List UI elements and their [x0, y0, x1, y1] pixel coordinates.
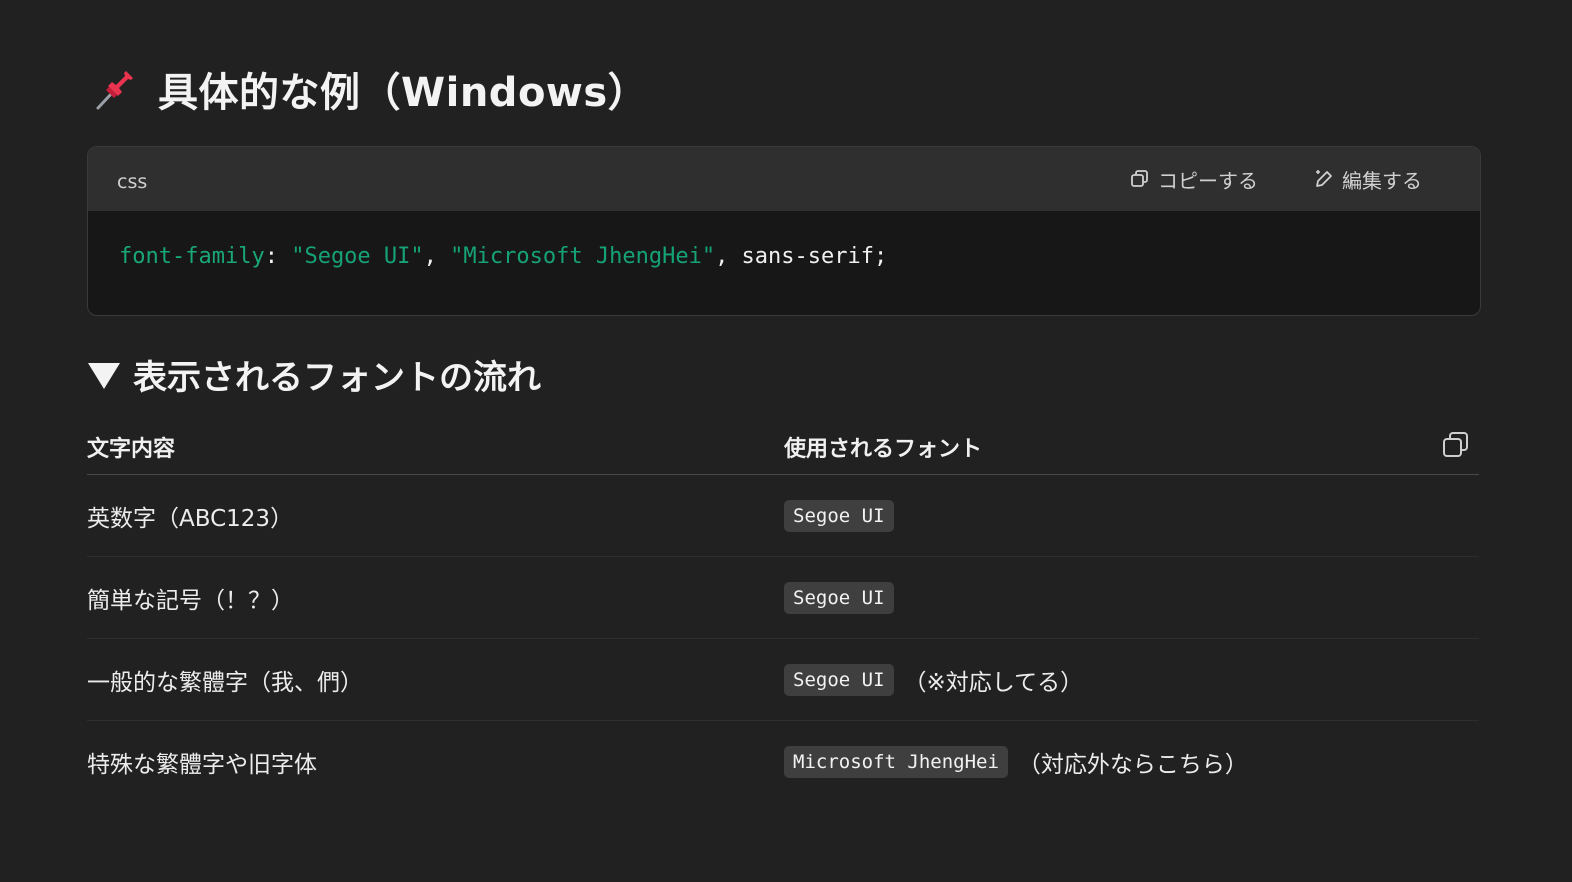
subsection-heading: 表示されるフォントの流れ	[87, 350, 541, 399]
edit-code-label: 編集する	[1342, 168, 1422, 193]
font-badge: Microsoft JhengHei	[784, 745, 1008, 778]
code-token-comma: ,	[423, 244, 451, 269]
copy-code-button[interactable]: コピーする	[1130, 165, 1258, 194]
table-row: 特殊な繁體字や旧字体 Microsoft JhengHei （対応外ならこちら）	[87, 721, 1479, 802]
copy-code-label: コピーする	[1158, 168, 1258, 193]
table-cell-content: 簡単な記号（！？）	[87, 587, 294, 614]
code-language-label: css	[117, 171, 148, 193]
font-badge: Segoe UI	[784, 663, 894, 696]
subsection-heading-title: 表示されるフォントの流れ	[133, 358, 541, 398]
code-block: css コピーする 編集する font-family: "Segoe UI", …	[87, 146, 1481, 316]
edit-code-button[interactable]: 編集する	[1314, 165, 1422, 194]
table-row: 簡単な記号（！？） Segoe UI	[87, 557, 1479, 639]
font-badge: Segoe UI	[784, 499, 894, 532]
section-heading: 具体的な例（Windows）	[92, 60, 648, 118]
code-token-property: font-family	[119, 244, 265, 269]
table-header-font: 使用されるフォント	[784, 437, 983, 462]
font-note: （※対応してる）	[903, 669, 1084, 696]
table-cell-content: 特殊な繁體字や旧字体	[87, 751, 317, 778]
table-row: 一般的な繁體字（我、們） Segoe UI （※対応してる）	[87, 639, 1479, 721]
table-cell-font: Segoe UI	[784, 499, 1479, 532]
code-token-string: "Segoe UI"	[291, 244, 424, 269]
table-cell-font: Segoe UI	[784, 581, 1479, 614]
code-token-rest: , sans-serif;	[715, 244, 888, 269]
font-table: 文字内容 使用されるフォント 英数字（ABC123） Segoe UI 簡単な記…	[87, 420, 1479, 802]
table-header-content: 文字内容	[87, 437, 176, 462]
font-badge: Segoe UI	[784, 581, 894, 614]
code-token-colon: :	[264, 244, 292, 269]
code-token-string: "Microsoft JhengHei"	[450, 244, 716, 269]
table-header-row: 文字内容 使用されるフォント	[87, 420, 1479, 475]
triangle-down-icon	[88, 362, 120, 389]
code-actions: コピーする 編集する	[1130, 165, 1422, 194]
table-cell-content: 一般的な繁體字（我、們）	[87, 669, 363, 696]
copy-table-icon[interactable]	[1441, 430, 1471, 460]
pushpin-icon	[96, 71, 133, 110]
page: 具体的な例（Windows） css コピーする 編集する font-famil…	[0, 0, 1572, 882]
table-cell-content: 英数字（ABC123）	[87, 505, 294, 532]
edit-icon	[1316, 170, 1332, 187]
code-header: css コピーする 編集する	[88, 147, 1480, 211]
table-cell-font: Segoe UI （※対応してる）	[784, 663, 1479, 697]
section-heading-title: 具体的な例（Windows）	[158, 70, 649, 116]
table-cell-font: Microsoft JhengHei （対応外ならこちら）	[784, 745, 1479, 779]
font-note: （対応外ならこちら）	[1017, 751, 1248, 778]
table-row: 英数字（ABC123） Segoe UI	[87, 475, 1479, 557]
code-body[interactable]: font-family: "Segoe UI", "Microsoft Jhen…	[88, 211, 1480, 302]
copy-icon	[1131, 170, 1148, 187]
